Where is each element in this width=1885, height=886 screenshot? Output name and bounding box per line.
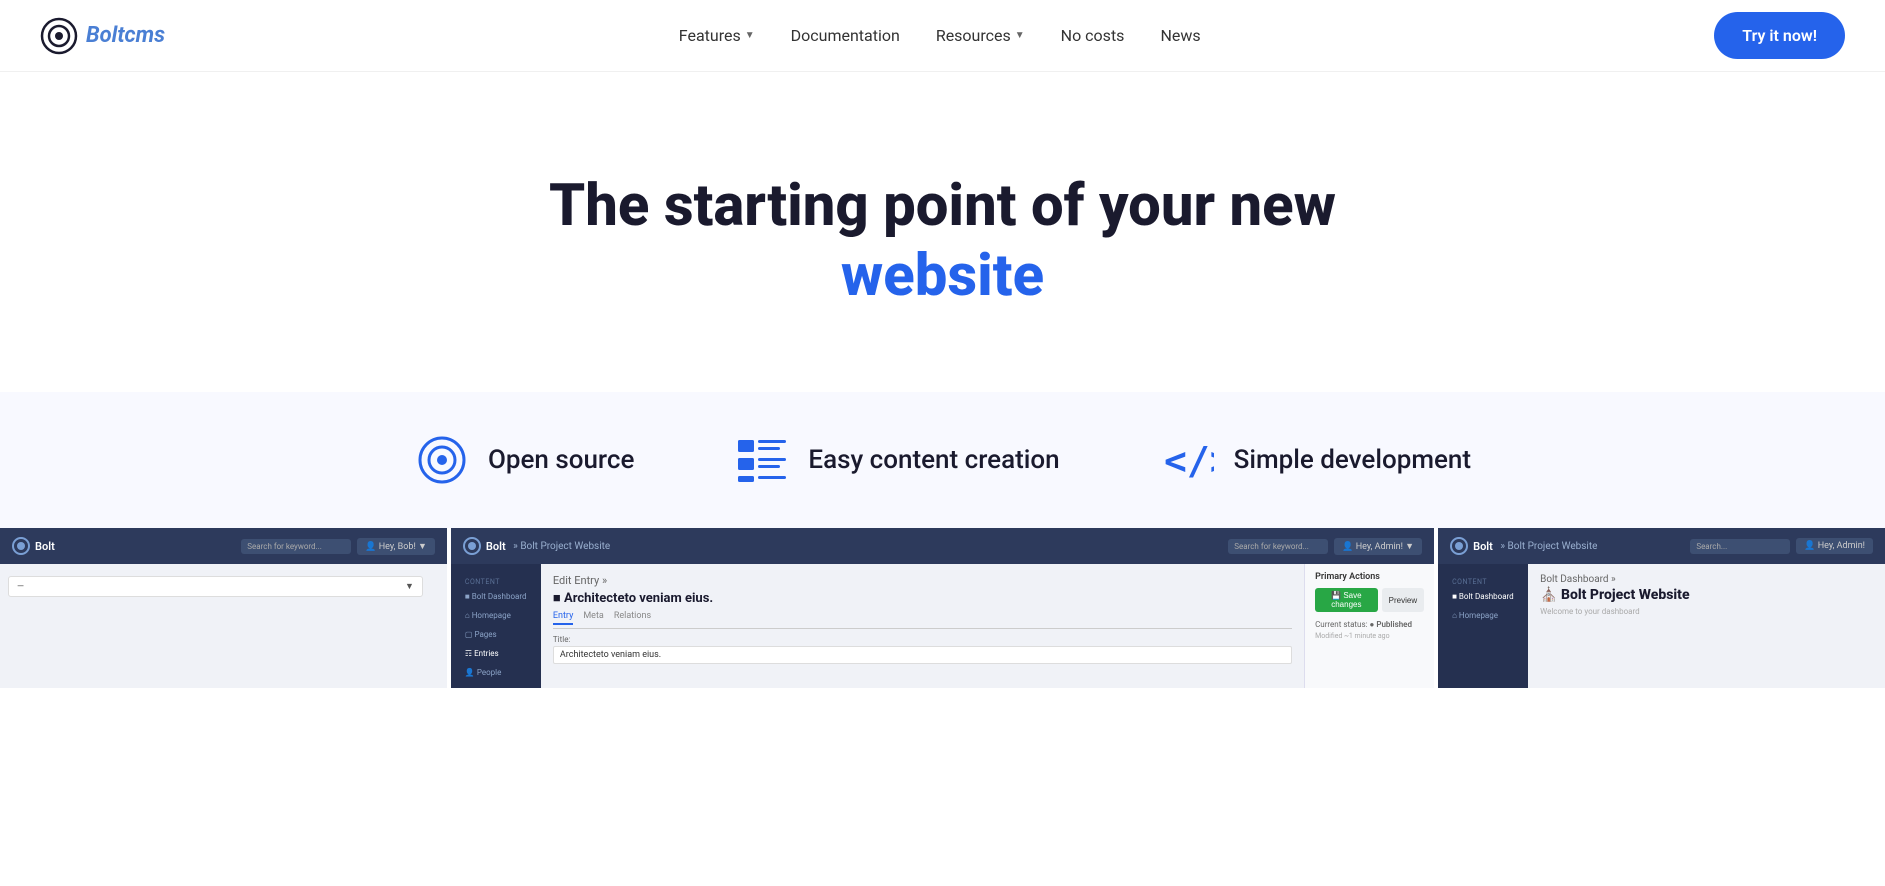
sidebar-item-people-2: 👤 People — [459, 664, 533, 681]
feature-simple-dev-label: Simple development — [1234, 445, 1471, 475]
screenshot-user-3: 👤 Hey, Admin! — [1796, 538, 1873, 554]
screenshot-search-2: Search for keyword... 👤 Hey, Admin! ▼ — [1228, 538, 1422, 555]
feature-open-source-label: Open source — [488, 445, 634, 475]
hero-section: The starting point of your new website — [0, 72, 1885, 392]
screenshot-panel-3: Bolt » Bolt Project Website Search... 👤 … — [1434, 528, 1885, 688]
features-strip: Open source Easy content creation </> — [0, 392, 1885, 528]
screenshot-search-box-3: Search... — [1690, 539, 1790, 554]
screenshot-logo-circle-3 — [1450, 537, 1468, 555]
screenshot-content-2: Edit Entry » ■ Architecteto veniam eius.… — [541, 564, 1304, 688]
screenshot-breadcrumb-2: » Bolt Project Website — [511, 541, 611, 552]
screenshot-dropdown-1: — ▼ — [8, 576, 423, 597]
nav-item-resources[interactable]: Resources ▼ — [936, 26, 1025, 45]
screenshot-user-1: 👤 Hey, Bob! ▼ — [357, 538, 435, 555]
screenshot-body-2: CONTENT ■ Bolt Dashboard ⌂ Homepage ▢ Pa… — [451, 564, 1434, 688]
screenshot-panel-1: Bolt Search for keyword... 👤 Hey, Bob! ▼… — [0, 528, 447, 688]
screenshot-logo-1: Bolt — [12, 537, 55, 555]
screenshot-header-2: Bolt » Bolt Project Website Search for k… — [451, 528, 1434, 564]
tab-relations-2: Relations — [614, 611, 651, 625]
screenshot-logo-circle-2 — [463, 537, 481, 555]
sidebar-item-homepage-3: ⌂ Homepage — [1446, 607, 1520, 624]
screenshot-header-1: Bolt Search for keyword... 👤 Hey, Bob! ▼ — [0, 528, 447, 564]
screenshot-field-value-2: Architecteto veniam eius. — [553, 646, 1292, 664]
screenshot-edit-label-3: Bolt Dashboard » — [1540, 574, 1873, 585]
sidebar-section-2: CONTENT — [459, 572, 533, 588]
sidebar-section-3: CONTENT — [1446, 572, 1520, 588]
svg-text:</>: </> — [1164, 439, 1214, 483]
screenshot-sidebar-2: CONTENT ■ Bolt Dashboard ⌂ Homepage ▢ Pa… — [451, 564, 541, 688]
screenshot-body-3: CONTENT ■ Bolt Dashboard ⌂ Homepage Bolt… — [1438, 564, 1885, 688]
sidebar-item-dashboard-2: ■ Bolt Dashboard — [459, 588, 533, 605]
hero-title-plain: The starting point of your new — [549, 172, 1336, 240]
screenshot-tabs-2: Entry Meta Relations — [553, 611, 1292, 629]
screenshot-btn-group-2: 💾 Save changes Preview — [1315, 588, 1424, 612]
screenshot-dashboard-title-3: ⛪ Bolt Project Website — [1540, 587, 1873, 603]
screenshot-breadcrumb-3: » Bolt Project Website — [1498, 541, 1598, 552]
logo-link[interactable]: Boltcms — [40, 17, 165, 55]
screenshot-bolt-text-3: Bolt — [1473, 540, 1493, 553]
chevron-down-icon: ▼ — [1015, 30, 1025, 41]
screenshot-user-2: 👤 Hey, Admin! ▼ — [1334, 538, 1422, 555]
simple-dev-icon: </> — [1160, 432, 1216, 488]
screenshot-search-1: Search for keyword... 👤 Hey, Bob! ▼ — [241, 538, 435, 555]
sidebar-item-homepage-2: ⌂ Homepage — [459, 607, 533, 624]
screenshot-bolt-text-2: Bolt — [486, 540, 506, 553]
screenshot-preview-btn-2[interactable]: Preview — [1382, 588, 1424, 612]
sidebar-item-pages-2: ▢ Pages — [459, 626, 533, 643]
nav-item-documentation[interactable]: Documentation — [791, 26, 900, 45]
screenshot-bolt-text-1: Bolt — [35, 540, 55, 553]
nav-links: Features ▼ Documentation Resources ▼ No … — [679, 26, 1201, 45]
screenshot-right-title-2: Primary Actions — [1315, 572, 1424, 582]
screenshot-edit-label-2: Edit Entry » — [553, 574, 1292, 587]
nav-item-news[interactable]: News — [1160, 26, 1200, 45]
sidebar-item-dashboard-3: ■ Bolt Dashboard — [1446, 588, 1520, 605]
logo-cms: cms — [125, 23, 166, 48]
navbar: Boltcms Features ▼ Documentation Resourc… — [0, 0, 1885, 72]
screenshot-info-3: Welcome to your dashboard — [1540, 607, 1873, 616]
chevron-down-icon: ▼ — [745, 30, 755, 41]
nav-item-features[interactable]: Features ▼ — [679, 26, 755, 45]
feature-easy-content: Easy content creation — [734, 432, 1059, 488]
screenshot-panel-2: Bolt » Bolt Project Website Search for k… — [447, 528, 1434, 688]
screenshot-save-btn-2[interactable]: 💾 Save changes — [1315, 588, 1378, 612]
logo-bolt: Bolt — [86, 23, 125, 48]
screenshot-logo-3: Bolt » Bolt Project Website — [1450, 537, 1597, 555]
screenshot-field-label-2: Title: — [553, 635, 1292, 644]
feature-simple-dev: </> Simple development — [1160, 432, 1471, 488]
screenshot-search-3: Search... 👤 Hey, Admin! — [1690, 538, 1873, 554]
screenshot-search-box-1: Search for keyword... — [241, 539, 351, 554]
screenshot-status-2: Current status: ● Published — [1315, 620, 1424, 629]
feature-open-source: Open source — [414, 432, 634, 488]
hero-title-highlight: website — [841, 242, 1044, 310]
screenshot-body-1: — ▼ — [0, 564, 447, 688]
screenshot-right-panel-2: Primary Actions 💾 Save changes Preview C… — [1304, 564, 1434, 688]
screenshot-modified-2: Modified ~1 minute ago — [1315, 632, 1424, 640]
sidebar-item-entries-2: ☶ Entries — [459, 645, 533, 662]
tab-meta-2: Meta — [583, 611, 603, 625]
screenshot-logo-2: Bolt » Bolt Project Website — [463, 537, 610, 555]
hero-title: The starting point of your new website — [443, 172, 1443, 311]
logo-text: Boltcms — [86, 23, 165, 48]
easy-content-icon — [734, 432, 790, 488]
nav-item-nocosts[interactable]: No costs — [1061, 26, 1125, 45]
open-source-icon — [414, 432, 470, 488]
screenshot-search-box-2: Search for keyword... — [1228, 539, 1328, 554]
screenshot-header-3: Bolt » Bolt Project Website Search... 👤 … — [1438, 528, 1885, 564]
screenshot-content-title-2: ■ Architecteto veniam eius. — [553, 590, 1292, 606]
tab-entry-2: Entry — [553, 611, 573, 625]
feature-easy-content-label: Easy content creation — [808, 445, 1059, 475]
screenshots-strip: Bolt Search for keyword... 👤 Hey, Bob! ▼… — [0, 528, 1885, 688]
try-now-button[interactable]: Try it now! — [1714, 12, 1845, 59]
screenshot-logo-circle-1 — [12, 537, 30, 555]
screenshot-content-3: Bolt Dashboard » ⛪ Bolt Project Website … — [1528, 564, 1885, 688]
screenshot-sidebar-3: CONTENT ■ Bolt Dashboard ⌂ Homepage — [1438, 564, 1528, 688]
bolt-logo-icon — [40, 17, 78, 55]
